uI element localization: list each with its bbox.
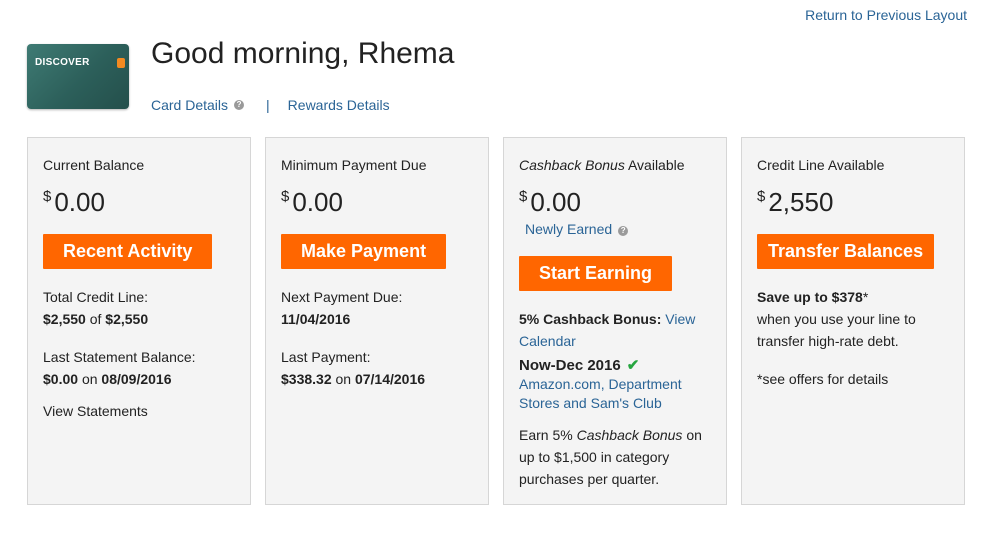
next-due-label: Next Payment Due: [281,289,403,305]
categories-link-row: Amazon.com, Department [519,375,682,394]
last-payment-label: Last Payment: [281,349,371,365]
card-details-link[interactable]: Card Details [151,97,228,113]
earn-text-c: on [686,427,702,443]
transfer-balances-button[interactable]: Transfer Balances [757,234,935,269]
statement-label: Last Statement Balance: [43,349,196,365]
categories-link-cont[interactable]: Stores and Sam's Club [519,395,662,411]
bonus-row-2: Calendar [519,330,695,352]
period-label: Now-Dec 2016 [519,357,621,374]
payment-amount: $0.00 [281,187,343,218]
currency-symbol: $ [281,188,290,205]
credit-line-available: $2,550 [43,311,86,327]
amount-value: 0.00 [292,187,343,217]
credit-amount: $2,550 [757,187,833,218]
cashback-bonus-panel: Cashback Bonus Available $0.00 Newly Ear… [503,137,727,505]
total-credit-line: Total Credit Line: $2,550 of $2,550 [43,286,148,330]
info-icon[interactable]: ? [618,226,629,236]
earn-row-2: up to $1,500 in category [519,449,670,465]
minimum-payment-panel: Minimum Payment Due $0.00 Make Payment N… [265,137,489,505]
card-chip-mark [117,58,125,68]
credit-line-total: $2,550 [105,311,149,327]
return-previous-layout-link[interactable]: Return to Previous Layout [805,7,967,23]
cashback-title-rest: Available [627,157,685,173]
currency-symbol: $ [757,188,766,205]
credit-line-label: Total Credit Line: [43,289,149,305]
next-due-date: 11/04/2016 [281,311,351,327]
bonus-period: Now-Dec 2016 ✔ Amazon.com, Department Sto… [519,356,682,413]
save-amount: Save up to $378 [757,289,863,305]
credit-line-value: $2,550 of $2,550 [43,308,148,330]
save-row-3: transfer high-rate debt. [757,333,899,349]
card-brand-logo: DISCOVER [35,57,90,68]
panel-title: Minimum Payment Due [281,157,427,173]
last-payment-date: 07/14/2016 [354,371,426,387]
panel-title: Credit Line Available [757,157,885,173]
current-balance-panel: Current Balance $0.00 Recent Activity To… [27,137,251,505]
save-star: * [862,289,869,305]
cashback-amount: $0.00 [519,187,581,218]
panel-title: Current Balance [43,157,145,173]
save-row-2: when you use your line to [757,311,916,327]
greeting-title: Good morning, Rhema [151,37,455,70]
card-image: DISCOVER [27,44,129,109]
offers-note: *see offers for details [757,371,889,387]
statement-on: on [81,371,98,387]
next-payment-due: Next Payment Due: 11/04/2016 [281,286,402,330]
bonus-row-1: 5% Cashback Bonus: View [519,308,695,330]
categories-link[interactable]: Amazon.com, Department [519,376,682,392]
currency-symbol: $ [43,188,52,205]
check-icon: ✔ [626,357,640,374]
last-payment: Last Payment: $338.32 on 07/14/2016 [281,346,425,390]
panel-title: Cashback Bonus Available [519,157,685,173]
cashback-title-italic: Cashback Bonus [519,157,625,173]
cashback-bonus-calendar: 5% Cashback Bonus: View Calendar [519,308,695,352]
start-earning-button[interactable]: Start Earning [519,256,673,291]
categories-link-row-2: Stores and Sam's Club [519,394,682,413]
amount-value: 0.00 [54,187,105,217]
currency-symbol: $ [519,188,528,205]
credit-line-of: of [89,311,102,327]
newly-earned-row: Newly Earned? [525,218,629,240]
statement-value: $0.00 on 08/09/2016 [43,368,196,390]
view-statements-link[interactable]: View Statements [43,400,148,422]
statement-amount: $0.00 [43,371,79,387]
balance-amount: $0.00 [43,187,105,218]
credit-line-panel: Credit Line Available $2,550 Transfer Ba… [741,137,965,505]
view-calendar-link-cont[interactable]: Calendar [519,333,576,349]
save-row: Save up to $378* [757,286,916,308]
newly-earned-link[interactable]: Newly Earned [525,221,612,237]
transfer-offer: Save up to $378* when you use your line … [757,286,916,352]
view-calendar-link[interactable]: View [665,311,695,327]
make-payment-button[interactable]: Make Payment [281,234,447,269]
earn-text-a: Earn 5% [519,427,573,443]
earn-text-b: Cashback Bonus [576,427,683,443]
amount-value: 2,550 [768,187,834,217]
last-payment-value: $338.32 on 07/14/2016 [281,368,425,390]
nav-separator: | [266,97,270,113]
bonus-label: 5% Cashback Bonus: [519,311,662,327]
last-payment-on: on [335,371,352,387]
recent-activity-button[interactable]: Recent Activity [43,234,213,269]
rewards-details-link[interactable]: Rewards Details [288,97,390,113]
earn-description: Earn 5% Cashback Bonus on up to $1,500 i… [519,424,702,490]
statement-date: 08/09/2016 [101,371,172,387]
last-payment-amount: $338.32 [281,371,332,387]
last-statement-balance: Last Statement Balance: $0.00 on 08/09/2… [43,346,196,390]
amount-value: 0.00 [530,187,581,217]
info-icon[interactable]: ? [234,100,245,110]
earn-row-1: Earn 5% Cashback Bonus on [519,424,702,446]
period-row: Now-Dec 2016 ✔ [519,356,682,375]
account-subnav: Card Details ? | Rewards Details [151,97,390,113]
earn-row-3: purchases per quarter. [519,471,660,487]
